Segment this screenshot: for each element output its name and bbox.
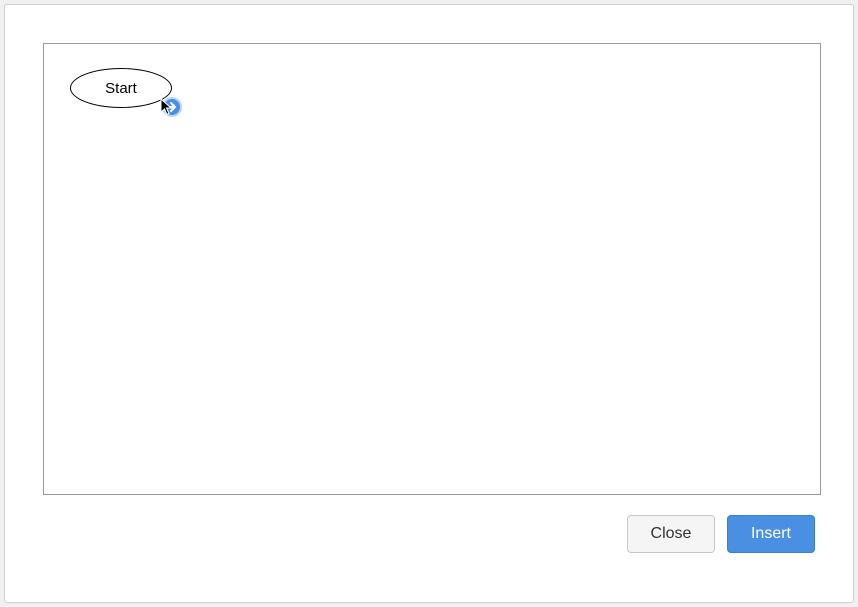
diagram-canvas[interactable]: Start [43, 43, 821, 495]
connection-handle-right[interactable] [161, 96, 183, 118]
node-label: Start [105, 80, 137, 97]
insert-button[interactable]: Insert [727, 515, 815, 553]
dialog-button-bar: Close Insert [43, 515, 815, 553]
diagram-editor-dialog: Start Close Insert [4, 4, 854, 603]
close-button[interactable]: Close [627, 515, 715, 553]
start-node[interactable]: Start [70, 68, 172, 108]
